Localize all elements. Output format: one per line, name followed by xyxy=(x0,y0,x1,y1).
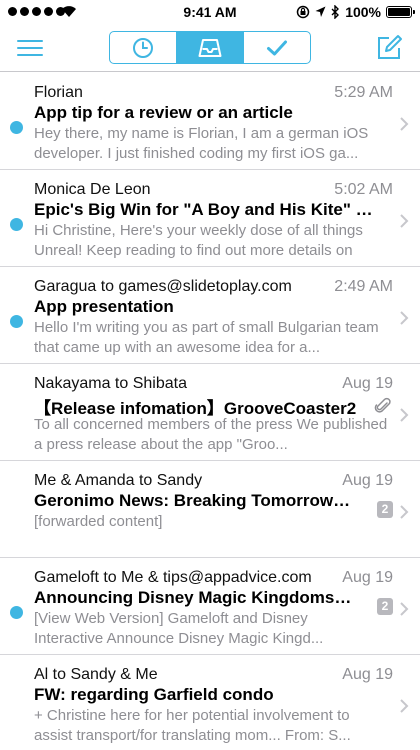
message-time: Aug 19 xyxy=(342,472,393,489)
message-preview: Hello I'm writing you as part of small B… xyxy=(34,319,379,356)
message-subject: App tip for a review or an article xyxy=(34,103,293,122)
message-row[interactable]: Monica De Leon 5:02 AM Epic's Big Win fo… xyxy=(0,170,420,267)
message-sender: Me & Amanda to Sandy xyxy=(34,472,203,489)
message-time: Aug 19 xyxy=(342,666,393,683)
message-row[interactable]: Nakayama to Shibata Aug 19 【Release info… xyxy=(0,364,420,461)
message-sender: Florian xyxy=(34,84,83,101)
message-subject: Epic's Big Win for "A Boy and His Kite" … xyxy=(34,200,374,219)
message-preview: Hi Christine, Here's your weekly dose of… xyxy=(34,222,363,259)
message-sender: Gameloft to Me & tips@appadvice.com xyxy=(34,569,312,586)
chevron-right-icon xyxy=(400,311,409,325)
message-row[interactable]: Garagua to games@slidetoplay.com 2:49 AM… xyxy=(0,267,420,364)
message-row[interactable]: Me & Amanda to Sandy Aug 19 Geronimo New… xyxy=(0,461,420,558)
unread-indicator xyxy=(10,121,23,134)
paperclip-icon xyxy=(374,397,391,413)
menu-button[interactable] xyxy=(17,38,43,58)
chevron-right-icon xyxy=(400,214,409,228)
message-preview: + Christine here for her potential invol… xyxy=(34,707,351,744)
message-sender: Al to Sandy & Me xyxy=(34,666,158,683)
compose-icon xyxy=(378,35,402,59)
chevron-right-icon xyxy=(400,505,409,519)
status-right: 100% xyxy=(296,4,415,20)
message-subject: FW: regarding Garfield condo xyxy=(34,685,274,704)
checkmark-icon xyxy=(267,40,287,55)
location-icon xyxy=(315,6,326,17)
message-subject: App presentation xyxy=(34,297,174,316)
unread-indicator xyxy=(10,218,23,231)
message-preview: To all concerned members of the press We… xyxy=(34,416,388,453)
tab-done[interactable] xyxy=(243,32,310,63)
mailbox-segmented-control xyxy=(109,31,311,64)
nav-bar xyxy=(0,24,420,72)
rotation-lock-icon xyxy=(296,5,310,19)
message-time: 2:49 AM xyxy=(334,278,393,295)
inbox-icon xyxy=(198,38,222,57)
chevron-right-icon xyxy=(400,699,409,713)
battery-icon xyxy=(386,6,415,18)
message-preview: Hey there, my name is Florian, I am a ge… xyxy=(34,125,369,162)
message-preview: [forwarded content] xyxy=(34,513,163,530)
message-time: 5:02 AM xyxy=(334,181,393,198)
chevron-right-icon xyxy=(400,408,409,422)
message-time: Aug 19 xyxy=(342,375,393,392)
message-sender: Garagua to games@slidetoplay.com xyxy=(34,278,292,295)
tab-inbox[interactable] xyxy=(176,32,243,63)
message-row[interactable]: Florian 5:29 AM App tip for a review or … xyxy=(0,73,420,170)
compose-button[interactable] xyxy=(377,34,403,60)
message-sender: Monica De Leon xyxy=(34,181,151,198)
battery-percent: 100% xyxy=(345,4,381,20)
message-sender: Nakayama to Shibata xyxy=(34,375,187,392)
message-row[interactable]: Al to Sandy & Me Aug 19 FW: regarding Ga… xyxy=(0,655,420,750)
chevron-right-icon xyxy=(400,117,409,131)
bluetooth-icon xyxy=(331,5,340,19)
message-preview: [View Web Version] Gameloft and Disney I… xyxy=(34,610,324,647)
chevron-right-icon xyxy=(400,602,409,616)
thread-count-badge: 2 xyxy=(377,501,393,518)
message-subject: Geronimo News: Breaking Tomorrow (... xyxy=(34,491,354,510)
message-time: 5:29 AM xyxy=(334,84,393,101)
unread-indicator xyxy=(10,606,23,619)
tab-later[interactable] xyxy=(110,32,176,63)
message-row[interactable]: Gameloft to Me & tips@appadvice.com Aug … xyxy=(0,558,420,655)
unread-indicator xyxy=(10,315,23,328)
thread-count-badge: 2 xyxy=(377,598,393,615)
message-subject: Announcing Disney Magic Kingdoms F... xyxy=(34,588,354,607)
clock-icon xyxy=(133,37,153,58)
status-bar: 9:41 AM 100% xyxy=(0,0,420,24)
message-list: Florian 5:29 AM App tip for a review or … xyxy=(0,73,420,750)
message-time: Aug 19 xyxy=(342,569,393,586)
